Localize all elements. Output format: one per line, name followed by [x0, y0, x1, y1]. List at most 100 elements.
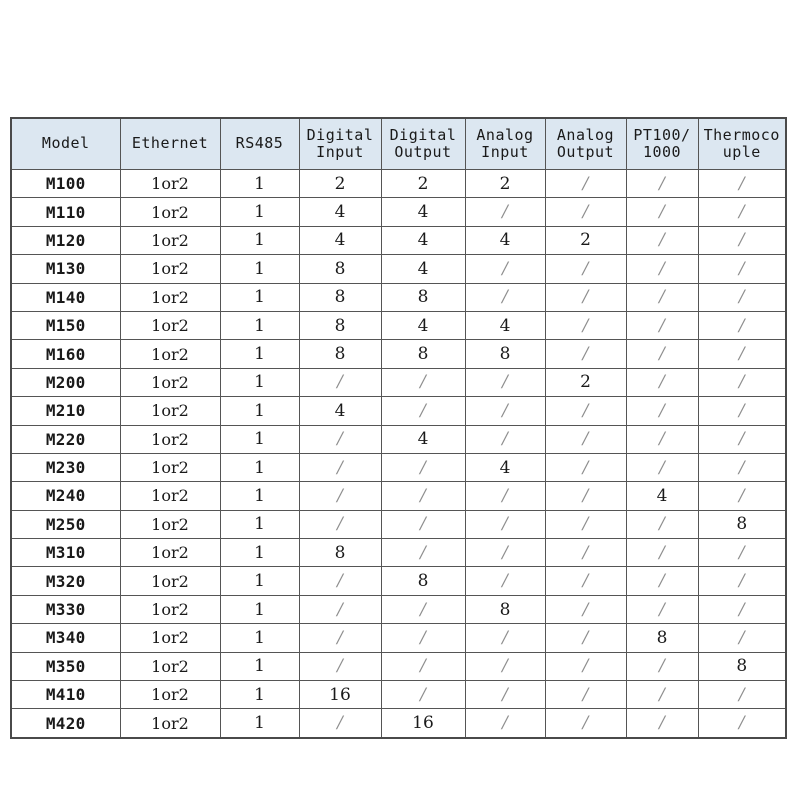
cell-digital-output: 4: [380, 254, 466, 284]
cell-thermocouple: 8: [697, 651, 787, 682]
cell-model: M250: [10, 509, 121, 540]
cell-rs485: 1: [219, 538, 300, 568]
cell-analog-input: /: [464, 367, 546, 398]
cell-analog-output: /: [544, 339, 627, 369]
cell-analog-output: /: [544, 509, 627, 540]
cell-pt100-1000: /: [625, 197, 699, 227]
cell-model: M350: [10, 651, 121, 682]
cell-thermocouple: /: [697, 339, 787, 369]
cell-thermocouple: /: [697, 566, 787, 596]
cell-ethernet: 1or2: [119, 680, 221, 710]
cell-analog-input: 8: [464, 339, 546, 369]
table-header-row: Model Ethernet RS485 Digital Input Digital Out…: [10, 117, 787, 170]
cell-digital-output: /: [380, 481, 466, 511]
cell-analog-input: /: [464, 680, 546, 710]
cell-model: M330: [10, 594, 121, 625]
column-header-analog-input-line-1: Input: [481, 143, 529, 161]
cell-digital-input: /: [298, 509, 382, 540]
cell-model: M160: [10, 339, 121, 369]
cell-model: M340: [10, 623, 121, 653]
cell-thermocouple: /: [697, 396, 787, 426]
cell-model: M140: [10, 282, 121, 312]
cell-analog-output: /: [544, 623, 627, 653]
cell-pt100-1000: /: [625, 310, 699, 341]
cell-analog-output: /: [544, 680, 627, 710]
table-row: M220 1or2 1/4// / /: [10, 424, 787, 454]
column-header-model-line-0: Model: [41, 134, 90, 153]
column-header-model: Model: [10, 117, 121, 170]
column-header-thermocouple-line-0: Thermoco: [703, 125, 780, 144]
cell-model: M210: [10, 396, 121, 426]
cell-digital-output: 16: [380, 708, 466, 739]
cell-model: M200: [10, 367, 121, 398]
cell-ethernet: 1or2: [119, 197, 221, 227]
cell-model: M220: [10, 424, 121, 454]
table-body: M100 1or2 1 2 2 2// / M110 1or2 1 4 4// / / M120 1or2 1 4…: [10, 168, 787, 739]
column-header-digital-output-line-0: Digital: [389, 125, 457, 144]
cell-analog-input: /: [464, 566, 546, 596]
column-header-digital-input-line-0: Digital: [306, 125, 374, 144]
cell-thermocouple: /: [697, 538, 787, 568]
cell-rs485: 1: [219, 623, 300, 653]
cell-rs485: 1: [219, 680, 300, 710]
cell-analog-output: /: [544, 708, 627, 739]
column-header-analog-output: Analog Output: [544, 117, 627, 170]
cell-model: M240: [10, 481, 121, 511]
cell-digital-output: 2: [380, 168, 466, 199]
cell-thermocouple: /: [697, 680, 787, 710]
cell-digital-input: 8: [298, 282, 382, 312]
cell-ethernet: 1or2: [119, 509, 221, 540]
column-header-digital-input-line-1: Input: [316, 143, 364, 161]
cell-digital-output: /: [380, 452, 466, 483]
cell-analog-input: /: [464, 197, 546, 227]
cell-digital-input: /: [298, 623, 382, 653]
cell-analog-input: /: [464, 424, 546, 454]
cell-analog-output: /: [544, 594, 627, 625]
column-header-pt100-1000-line-1: 1000: [642, 143, 682, 161]
cell-digital-output: /: [380, 623, 466, 653]
cell-digital-input: 8: [298, 254, 382, 284]
cell-ethernet: 1or2: [119, 339, 221, 369]
cell-analog-output: /: [544, 424, 627, 454]
model-specification-table: Model Ethernet RS485 Digital Input Digital Out…: [10, 117, 787, 739]
cell-digital-output: 8: [380, 282, 466, 312]
cell-digital-output: /: [380, 680, 466, 710]
table-row: M200 1or2 1///2//: [10, 367, 787, 398]
cell-rs485: 1: [219, 197, 300, 227]
cell-analog-input: /: [464, 623, 546, 653]
table-row: M210 1or2 1 4// / / /: [10, 396, 787, 426]
cell-digital-input: 16: [298, 680, 382, 710]
table-row: M160 1or2 1 8 8 8// /: [10, 339, 787, 369]
cell-rs485: 1: [219, 367, 300, 398]
table-row: M320 1or2 1/8// / /: [10, 566, 787, 596]
cell-pt100-1000: /: [625, 424, 699, 454]
cell-digital-input: /: [298, 424, 382, 454]
cell-thermocouple: /: [697, 197, 787, 227]
column-header-digital-output: Digital Output: [380, 117, 466, 170]
cell-pt100-1000: /: [625, 651, 699, 682]
cell-thermocouple: /: [697, 594, 787, 625]
cell-rs485: 1: [219, 424, 300, 454]
cell-analog-output: 2: [544, 367, 627, 398]
table-row: M310 1or2 1 8// / / /: [10, 538, 787, 568]
cell-rs485: 1: [219, 566, 300, 596]
cell-pt100-1000: /: [625, 538, 699, 568]
cell-digital-output: /: [380, 538, 466, 568]
cell-analog-input: 8: [464, 594, 546, 625]
cell-rs485: 1: [219, 282, 300, 312]
cell-rs485: 1: [219, 509, 300, 540]
cell-analog-input: 4: [464, 452, 546, 483]
table-row: M150 1or2 1 8 4 4// /: [10, 310, 787, 341]
cell-analog-output: /: [544, 452, 627, 483]
cell-digital-input: 8: [298, 339, 382, 369]
cell-analog-input: /: [464, 708, 546, 739]
column-header-digital-input: Digital Input: [298, 117, 382, 170]
cell-model: M310: [10, 538, 121, 568]
cell-digital-output: /: [380, 651, 466, 682]
cell-pt100-1000: /: [625, 452, 699, 483]
cell-digital-output: 4: [380, 197, 466, 227]
cell-rs485: 1: [219, 310, 300, 341]
column-header-thermocouple: Thermoco uple: [697, 117, 787, 170]
cell-rs485: 1: [219, 594, 300, 625]
table-row: M120 1or2 1 4 4 4 2//: [10, 225, 787, 256]
